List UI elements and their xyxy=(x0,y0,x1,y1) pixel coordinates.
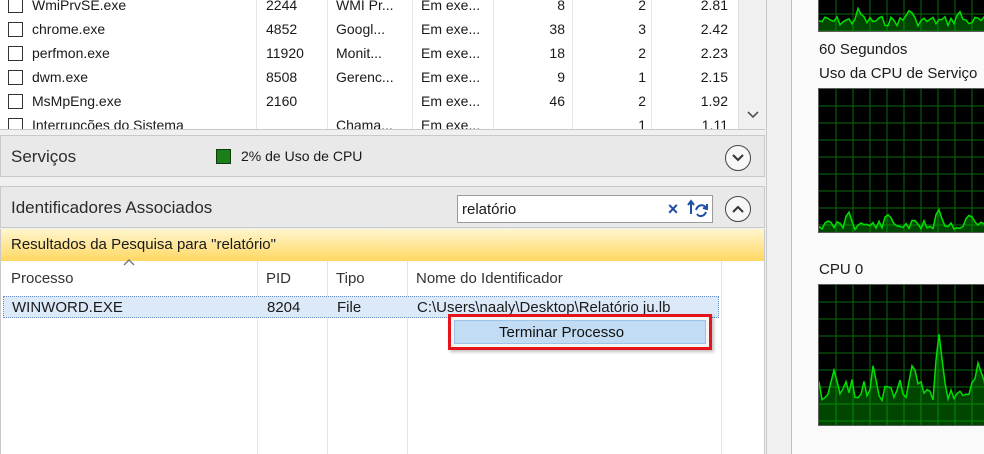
process-threads: 9 xyxy=(557,69,565,85)
process-avg-cpu: 1.11 xyxy=(701,117,728,130)
process-cpu: 3 xyxy=(638,21,646,37)
process-name: MsMpEng.exe xyxy=(32,93,122,109)
table-row[interactable]: Interrupções do Sistema Chama... Em exe.… xyxy=(0,114,738,130)
process-cpu: 2 xyxy=(638,93,646,109)
row-checkbox[interactable] xyxy=(8,70,23,85)
graph-line xyxy=(819,207,984,232)
process-cpu: 1 xyxy=(638,117,646,130)
column-header-handle-name[interactable]: Nome do Identificador xyxy=(416,270,563,287)
handle-type: File xyxy=(337,299,362,316)
column-separator xyxy=(257,261,258,454)
column-separator xyxy=(721,261,722,454)
context-menu: Terminar Processo xyxy=(448,314,712,350)
process-name: chrome.exe xyxy=(32,21,106,37)
process-cpu: 2 xyxy=(638,45,646,61)
process-status: Em exe... xyxy=(421,21,481,37)
column-header-pid[interactable]: PID xyxy=(266,270,291,287)
process-status: Em exe... xyxy=(421,93,481,109)
process-pid: 4852 xyxy=(266,21,298,37)
service-cpu-label: Uso da CPU de Serviço xyxy=(819,65,978,82)
handles-table: Processo PID Tipo Nome do Identificador … xyxy=(0,259,765,454)
process-status: Em exe... xyxy=(421,117,481,130)
process-cpu: 1 xyxy=(638,69,646,85)
cpu0-label: CPU 0 xyxy=(819,261,864,278)
process-avg-cpu: 2.23 xyxy=(700,45,728,61)
process-status: Em exe... xyxy=(421,69,481,85)
search-input[interactable] xyxy=(462,200,662,218)
process-avg-cpu: 2.15 xyxy=(700,69,728,85)
handle-search-box[interactable]: × xyxy=(457,195,713,223)
graph-area xyxy=(819,334,984,425)
row-checkbox[interactable] xyxy=(8,22,23,37)
row-checkbox[interactable] xyxy=(8,0,23,13)
handles-title: Identificadores Associados xyxy=(11,198,213,217)
column-separator xyxy=(407,261,408,454)
process-description: WMI Pr... xyxy=(336,0,394,13)
process-pid: 8508 xyxy=(266,69,298,85)
handles-section-header[interactable]: Identificadores Associados × xyxy=(0,186,765,228)
cpu-graph-top xyxy=(818,0,984,32)
chevron-up-icon xyxy=(732,205,744,213)
process-threads: 38 xyxy=(549,21,565,37)
process-status: Em exe... xyxy=(421,0,481,13)
process-threads: 46 xyxy=(549,93,565,109)
column-header-process[interactable]: Processo xyxy=(11,270,74,287)
expand-services-button[interactable] xyxy=(725,145,751,171)
services-cpu-usage: 2% de Uso de CPU xyxy=(241,148,363,164)
process-avg-cpu: 1.92 xyxy=(700,93,728,109)
process-threads: 8 xyxy=(557,0,565,13)
scroll-down-icon[interactable] xyxy=(747,108,759,122)
cpu-usage-indicator-icon xyxy=(216,149,231,164)
row-checkbox[interactable] xyxy=(8,94,23,109)
process-description: Monit... xyxy=(336,45,382,61)
process-description: Chama... xyxy=(336,117,393,130)
process-name: WmiPrvSE.exe xyxy=(32,0,127,13)
process-cpu: 2 xyxy=(638,0,646,13)
end-process-menu-item[interactable]: Terminar Processo xyxy=(454,320,706,344)
graphs-pane: 60 Segundos Uso da CPU de Serviço CPU 0 xyxy=(791,0,984,454)
search-refresh-icon[interactable] xyxy=(686,198,710,220)
process-pid: 2160 xyxy=(266,93,298,109)
process-avg-cpu: 2.81 xyxy=(700,0,728,13)
search-results-text: Resultados da Pesquisa para "relatório" xyxy=(11,236,276,253)
process-name: dwm.exe xyxy=(32,69,89,85)
sort-ascending-icon xyxy=(123,259,135,266)
services-title: Serviços xyxy=(11,147,77,166)
clear-icon[interactable]: × xyxy=(664,199,682,219)
process-description: Gerenc... xyxy=(336,69,394,85)
pane-splitter[interactable] xyxy=(766,0,790,454)
process-avg-cpu: 2.42 xyxy=(700,21,728,37)
graph-time-label: 60 Segundos xyxy=(819,41,908,58)
process-name: perfmon.exe xyxy=(32,45,110,61)
column-separator xyxy=(327,261,328,454)
row-checkbox[interactable] xyxy=(8,46,23,61)
process-name: Interrupções do Sistema xyxy=(32,117,184,130)
table-row[interactable]: MsMpEng.exe 2160 Em exe... 46 2 1.92 xyxy=(0,90,738,114)
process-table: WmiPrvSE.exe 2244 WMI Pr... Em exe... 8 … xyxy=(0,0,765,130)
row-checkbox[interactable] xyxy=(8,118,23,129)
process-status: Em exe... xyxy=(421,45,481,61)
collapse-handles-button[interactable] xyxy=(725,196,751,222)
cpu0-graph xyxy=(818,284,984,426)
handle-pid: 8204 xyxy=(267,299,301,316)
process-threads: 18 xyxy=(549,45,565,61)
table-row[interactable]: WmiPrvSE.exe 2244 WMI Pr... Em exe... 8 … xyxy=(0,0,738,18)
table-row[interactable]: perfmon.exe 11920 Monit... Em exe... 18 … xyxy=(0,42,738,66)
table-row[interactable]: dwm.exe 8508 Gerenc... Em exe... 9 1 2.1… xyxy=(0,66,738,90)
chevron-down-icon xyxy=(732,154,744,162)
process-pid: 2244 xyxy=(266,0,298,13)
service-cpu-graph xyxy=(818,88,984,233)
column-header-type[interactable]: Tipo xyxy=(336,270,365,287)
process-description: Googl... xyxy=(336,21,386,37)
vertical-scrollbar[interactable] xyxy=(738,0,765,129)
process-pid: 11920 xyxy=(266,45,304,61)
services-section-header[interactable]: Serviços 2% de Uso de CPU xyxy=(0,135,765,177)
search-results-banner: Resultados da Pesquisa para "relatório" xyxy=(0,229,765,261)
menu-item-label: Terminar Processo xyxy=(499,324,625,341)
graph-area xyxy=(819,209,984,232)
main-pane: WmiPrvSE.exe 2244 WMI Pr... Em exe... 8 … xyxy=(0,0,790,454)
table-row[interactable]: chrome.exe 4852 Googl... Em exe... 38 3 … xyxy=(0,18,738,42)
handle-process: WINWORD.EXE xyxy=(12,299,123,316)
